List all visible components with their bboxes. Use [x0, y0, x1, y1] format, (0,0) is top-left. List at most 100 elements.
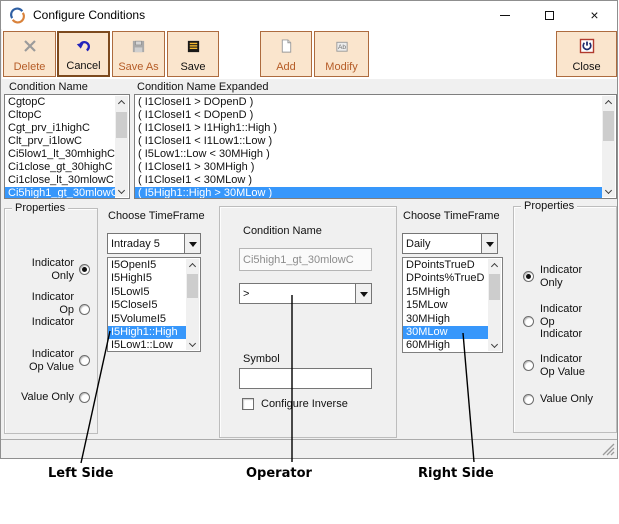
scroll-down-icon[interactable] [186, 338, 199, 350]
delete-button[interactable]: Delete [3, 31, 56, 77]
list-item[interactable]: ( I1CloseI1 > I1High1::High ) [135, 122, 602, 135]
left-radio-indicator-op-value[interactable]: Indicator Op Value [29, 348, 90, 373]
left-timeframe-dropdown[interactable]: Intraday 5 [107, 233, 201, 254]
list-item[interactable]: CgtopC [5, 96, 115, 109]
list-item[interactable]: I5LowI5 [108, 286, 186, 299]
scroll-track[interactable] [602, 108, 615, 185]
chevron-down-icon[interactable] [355, 284, 371, 303]
list-item[interactable]: ( I5High1::High > 30MLow ) [135, 187, 602, 199]
list-item[interactable]: ( I5Low1::Low < 30MHigh ) [135, 148, 602, 161]
right-radio-indicator-op-indicator[interactable]: Indicator Op Indicator [523, 303, 582, 341]
scroll-thumb[interactable] [116, 112, 127, 138]
checkbox-icon[interactable] [242, 398, 254, 410]
scroll-thumb[interactable] [489, 274, 500, 300]
scroll-up-icon[interactable] [488, 259, 501, 271]
radio-icon[interactable] [523, 271, 534, 282]
list-item[interactable]: ( I1CloseI1 > DOpenD ) [135, 96, 602, 109]
radio-icon[interactable] [523, 316, 534, 327]
right-side-annotation: Right Side [418, 466, 494, 481]
radio-icon[interactable] [79, 392, 90, 403]
condition-name-scrollbar[interactable] [115, 96, 128, 197]
close-icon: × [590, 8, 598, 22]
list-item[interactable]: 15MLow [403, 299, 488, 312]
operator-dropdown[interactable]: > [239, 283, 372, 304]
scroll-up-icon[interactable] [602, 96, 615, 108]
close-button[interactable]: Close [556, 31, 617, 77]
list-item[interactable]: Cgt_prv_i1highC [5, 122, 115, 135]
center-condition-name-label: Condition Name [243, 225, 322, 237]
left-radio-indicator-op-indicator[interactable]: Indicator Op Indicator [32, 291, 90, 329]
configure-inverse-checkbox-row[interactable]: Configure Inverse [242, 398, 348, 410]
condition-name-items: CgtopCCltopCCgt_prv_i1highCClt_prv_i1low… [5, 96, 115, 199]
list-item[interactable]: ( I1CloseI1 < 30MLow ) [135, 174, 602, 187]
list-item[interactable]: 30MHigh [403, 313, 488, 326]
right-radio-indicator-op-value[interactable]: Indicator Op Value [523, 353, 585, 378]
left-timeframe-items: I5OpenI5I5HighI5I5LowI5I5CloseI5I5Volume… [108, 259, 186, 352]
list-item[interactable]: Ci1close_gt_30highC [5, 161, 115, 174]
svg-text:Ab: Ab [337, 44, 345, 51]
maximize-button[interactable] [527, 1, 572, 29]
radio-icon[interactable] [79, 264, 90, 275]
list-item[interactable]: Clt_prv_i1lowC [5, 135, 115, 148]
scroll-track[interactable] [115, 108, 128, 185]
radio-icon[interactable] [79, 304, 90, 315]
window-title: Configure Conditions [33, 8, 145, 22]
left-radio-indicator-only[interactable]: Indicator Only [32, 257, 90, 282]
radio-icon[interactable] [523, 360, 534, 371]
list-item[interactable]: I5OpenI5 [108, 259, 186, 272]
list-item[interactable]: I5VolumeI5 [108, 313, 186, 326]
save-button[interactable]: Save [167, 31, 219, 77]
scroll-thumb[interactable] [187, 274, 198, 298]
scroll-thumb[interactable] [603, 111, 614, 141]
left-timeframe-scrollbar[interactable] [186, 259, 199, 350]
chevron-down-icon[interactable] [184, 234, 200, 253]
right-radio-indicator-only[interactable]: Indicator Only [523, 264, 582, 289]
list-item[interactable]: I5High1::High [108, 326, 186, 339]
list-item[interactable]: Ci5high1_gt_30mlowC [5, 187, 115, 199]
add-document-icon [279, 37, 294, 55]
operator-annotation: Operator [246, 466, 312, 481]
resize-grip[interactable] [602, 443, 615, 456]
scroll-up-icon[interactable] [115, 96, 128, 108]
symbol-input[interactable] [239, 368, 372, 389]
list-item[interactable]: CltopC [5, 109, 115, 122]
scroll-track[interactable] [488, 271, 501, 339]
close-window-button[interactable]: × [572, 1, 617, 29]
list-item[interactable]: ( I1CloseI1 < I1Low1::Low ) [135, 135, 602, 148]
list-item[interactable]: DPoints%TrueD [403, 272, 488, 285]
right-timeframe-dropdown[interactable]: Daily [402, 233, 498, 254]
scroll-up-icon[interactable] [186, 259, 199, 271]
list-item[interactable]: 15MHigh [403, 286, 488, 299]
right-radio-value-only[interactable]: Value Only [523, 393, 593, 406]
chevron-down-icon[interactable] [481, 234, 497, 253]
condition-name-field[interactable] [239, 248, 372, 271]
undo-arrow-icon [76, 38, 92, 56]
list-item[interactable]: I5CloseI5 [108, 299, 186, 312]
right-timeframe-scrollbar[interactable] [488, 259, 501, 351]
scroll-down-icon[interactable] [488, 339, 501, 351]
scroll-down-icon[interactable] [602, 185, 615, 197]
list-item[interactable]: 60MHigh [403, 339, 488, 352]
minimize-button[interactable] [482, 1, 527, 29]
condition-name-expanded-header: Condition Name Expanded [137, 81, 268, 93]
left-radio-value-only[interactable]: Value Only [21, 391, 90, 404]
list-item[interactable]: I5HighI5 [108, 272, 186, 285]
list-item[interactable]: Ci5low1_lt_30mhighC [5, 148, 115, 161]
radio-icon[interactable] [523, 394, 534, 405]
list-item[interactable]: I5Low1::Low [108, 339, 186, 352]
list-item[interactable]: ( I1CloseI1 < DOpenD ) [135, 109, 602, 122]
maximize-icon [545, 11, 554, 20]
list-item[interactable]: DPointsTrueD [403, 259, 488, 272]
configure-conditions-window: Configure Conditions × Delete [0, 0, 618, 459]
add-button[interactable]: Add [260, 31, 312, 77]
scroll-track[interactable] [186, 271, 199, 338]
cancel-button[interactable]: Cancel [57, 31, 110, 77]
save-as-button[interactable]: Save As [112, 31, 165, 77]
list-item[interactable]: Ci1close_lt_30mlowC [5, 174, 115, 187]
radio-icon[interactable] [79, 355, 90, 366]
condition-expanded-scrollbar[interactable] [602, 96, 615, 197]
modify-button[interactable]: Ab Modify [314, 31, 369, 77]
list-item[interactable]: 30MLow [403, 326, 488, 339]
scroll-down-icon[interactable] [115, 185, 128, 197]
list-item[interactable]: ( I1CloseI1 > 30MHigh ) [135, 161, 602, 174]
